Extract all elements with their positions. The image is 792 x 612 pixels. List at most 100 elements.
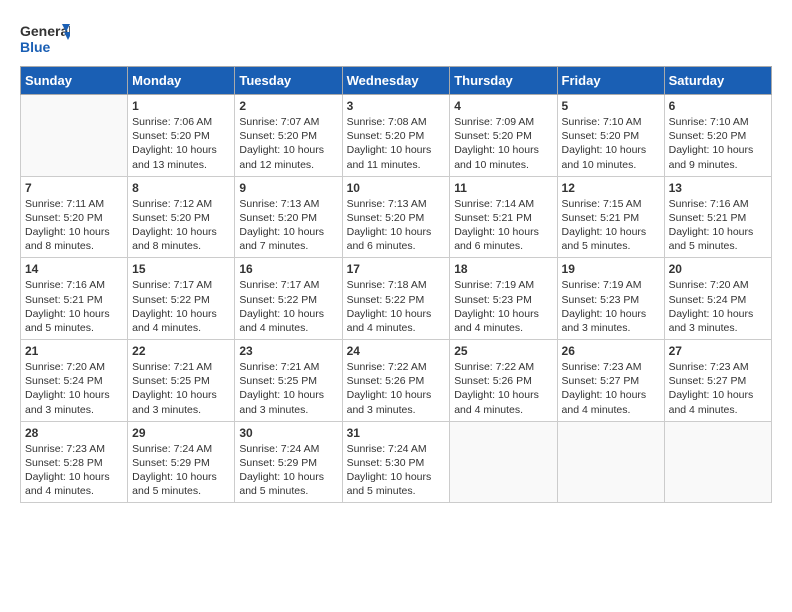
day-info: Sunrise: 7:21 AM Sunset: 5:25 PM Dayligh…	[132, 360, 230, 417]
day-number: 27	[669, 344, 767, 358]
day-number: 7	[25, 181, 123, 195]
logo: General Blue	[20, 20, 70, 56]
week-row-3: 21Sunrise: 7:20 AM Sunset: 5:24 PM Dayli…	[21, 340, 772, 422]
calendar-cell: 25Sunrise: 7:22 AM Sunset: 5:26 PM Dayli…	[450, 340, 557, 422]
calendar-cell: 30 Sunrise: 7:24 AM Sunset: 5:29 PM Dayli…	[235, 421, 342, 503]
week-row-4: 28 Sunrise: 7:23 AM Sunset: 5:28 PM Dayli…	[21, 421, 772, 503]
day-info: Sunrise: 7:24 AM Sunset: 5:29 PM Dayligh…	[132, 442, 230, 499]
calendar-header-row: SundayMondayTuesdayWednesdayThursdayFrid…	[21, 67, 772, 95]
column-header-saturday: Saturday	[664, 67, 771, 95]
svg-text:Blue: Blue	[20, 39, 51, 55]
column-header-wednesday: Wednesday	[342, 67, 450, 95]
calendar-cell: 26Sunrise: 7:23 AM Sunset: 5:27 PM Dayli…	[557, 340, 664, 422]
day-number: 6	[669, 99, 767, 113]
week-row-0: 1 Sunrise: 7:06 AM Sunset: 5:20 PM Daylig…	[21, 95, 772, 177]
column-header-tuesday: Tuesday	[235, 67, 342, 95]
column-header-sunday: Sunday	[21, 67, 128, 95]
day-number: 1	[132, 99, 230, 113]
day-info: Sunrise: 7:17 AM Sunset: 5:22 PM Dayligh…	[239, 278, 337, 335]
day-info: Sunrise: 7:08 AM Sunset: 5:20 PM Dayligh…	[347, 115, 446, 172]
calendar-cell: 27 Sunrise: 7:23 AM Sunset: 5:27 PM Dayli…	[664, 340, 771, 422]
day-number: 24	[347, 344, 446, 358]
day-info: Sunrise: 7:23 AM Sunset: 5:28 PM Dayligh…	[25, 442, 123, 499]
calendar-cell: 9Sunrise: 7:13 AM Sunset: 5:20 PM Daylig…	[235, 176, 342, 258]
day-info: Sunrise: 7:18 AM Sunset: 5:22 PM Dayligh…	[347, 278, 446, 335]
calendar-cell: 23Sunrise: 7:21 AM Sunset: 5:25 PM Dayli…	[235, 340, 342, 422]
calendar-cell: 6 Sunrise: 7:10 AM Sunset: 5:20 PM Daylig…	[664, 95, 771, 177]
day-info: Sunrise: 7:21 AM Sunset: 5:25 PM Dayligh…	[239, 360, 337, 417]
day-number: 16	[239, 262, 337, 276]
calendar-cell: 24 Sunrise: 7:22 AM Sunset: 5:26 PM Dayli…	[342, 340, 450, 422]
day-info: Sunrise: 7:07 AM Sunset: 5:20 PM Dayligh…	[239, 115, 337, 172]
column-header-friday: Friday	[557, 67, 664, 95]
calendar-cell: 17 Sunrise: 7:18 AM Sunset: 5:22 PM Dayli…	[342, 258, 450, 340]
calendar-cell	[664, 421, 771, 503]
day-number: 22	[132, 344, 230, 358]
day-info: Sunrise: 7:06 AM Sunset: 5:20 PM Dayligh…	[132, 115, 230, 172]
day-number: 29	[132, 426, 230, 440]
day-number: 21	[25, 344, 123, 358]
day-number: 13	[669, 181, 767, 195]
day-info: Sunrise: 7:15 AM Sunset: 5:21 PM Dayligh…	[562, 197, 660, 254]
calendar-cell: 21Sunrise: 7:20 AM Sunset: 5:24 PM Dayli…	[21, 340, 128, 422]
day-info: Sunrise: 7:22 AM Sunset: 5:26 PM Dayligh…	[347, 360, 446, 417]
calendar-cell: 1 Sunrise: 7:06 AM Sunset: 5:20 PM Daylig…	[128, 95, 235, 177]
day-number: 11	[454, 181, 552, 195]
calendar-cell: 18 Sunrise: 7:19 AM Sunset: 5:23 PM Dayli…	[450, 258, 557, 340]
day-number: 18	[454, 262, 552, 276]
day-number: 25	[454, 344, 552, 358]
day-info: Sunrise: 7:12 AM Sunset: 5:20 PM Dayligh…	[132, 197, 230, 254]
day-info: Sunrise: 7:09 AM Sunset: 5:20 PM Dayligh…	[454, 115, 552, 172]
calendar-cell	[557, 421, 664, 503]
calendar-cell: 19 Sunrise: 7:19 AM Sunset: 5:23 PM Dayli…	[557, 258, 664, 340]
calendar-cell: 16 Sunrise: 7:17 AM Sunset: 5:22 PM Dayli…	[235, 258, 342, 340]
day-number: 15	[132, 262, 230, 276]
calendar-cell: 22 Sunrise: 7:21 AM Sunset: 5:25 PM Dayli…	[128, 340, 235, 422]
calendar-cell: 12 Sunrise: 7:15 AM Sunset: 5:21 PM Dayli…	[557, 176, 664, 258]
day-info: Sunrise: 7:10 AM Sunset: 5:20 PM Dayligh…	[562, 115, 660, 172]
day-info: Sunrise: 7:16 AM Sunset: 5:21 PM Dayligh…	[669, 197, 767, 254]
calendar-table: SundayMondayTuesdayWednesdayThursdayFrid…	[20, 66, 772, 503]
day-number: 3	[347, 99, 446, 113]
day-info: Sunrise: 7:24 AM Sunset: 5:29 PM Dayligh…	[239, 442, 337, 499]
day-info: Sunrise: 7:19 AM Sunset: 5:23 PM Dayligh…	[454, 278, 552, 335]
day-info: Sunrise: 7:20 AM Sunset: 5:24 PM Dayligh…	[669, 278, 767, 335]
calendar-cell: 3 Sunrise: 7:08 AM Sunset: 5:20 PM Daylig…	[342, 95, 450, 177]
day-number: 28	[25, 426, 123, 440]
day-info: Sunrise: 7:23 AM Sunset: 5:27 PM Dayligh…	[669, 360, 767, 417]
day-number: 30	[239, 426, 337, 440]
week-row-1: 7Sunrise: 7:11 AM Sunset: 5:20 PM Daylig…	[21, 176, 772, 258]
day-number: 17	[347, 262, 446, 276]
calendar-cell: 11Sunrise: 7:14 AM Sunset: 5:21 PM Dayli…	[450, 176, 557, 258]
day-number: 9	[239, 181, 337, 195]
day-number: 31	[347, 426, 446, 440]
day-number: 20	[669, 262, 767, 276]
calendar-cell: 5Sunrise: 7:10 AM Sunset: 5:20 PM Daylig…	[557, 95, 664, 177]
column-header-monday: Monday	[128, 67, 235, 95]
day-number: 4	[454, 99, 552, 113]
day-info: Sunrise: 7:19 AM Sunset: 5:23 PM Dayligh…	[562, 278, 660, 335]
day-number: 14	[25, 262, 123, 276]
calendar-cell: 31 Sunrise: 7:24 AM Sunset: 5:30 PM Dayli…	[342, 421, 450, 503]
day-info: Sunrise: 7:10 AM Sunset: 5:20 PM Dayligh…	[669, 115, 767, 172]
day-info: Sunrise: 7:13 AM Sunset: 5:20 PM Dayligh…	[347, 197, 446, 254]
day-number: 2	[239, 99, 337, 113]
day-number: 19	[562, 262, 660, 276]
calendar-cell: 4 Sunrise: 7:09 AM Sunset: 5:20 PM Daylig…	[450, 95, 557, 177]
day-number: 12	[562, 181, 660, 195]
calendar-cell: 8Sunrise: 7:12 AM Sunset: 5:20 PM Daylig…	[128, 176, 235, 258]
day-info: Sunrise: 7:16 AM Sunset: 5:21 PM Dayligh…	[25, 278, 123, 335]
calendar-cell: 2 Sunrise: 7:07 AM Sunset: 5:20 PM Daylig…	[235, 95, 342, 177]
calendar-cell: 7Sunrise: 7:11 AM Sunset: 5:20 PM Daylig…	[21, 176, 128, 258]
calendar-cell: 13 Sunrise: 7:16 AM Sunset: 5:21 PM Dayli…	[664, 176, 771, 258]
logo-icon: General Blue	[20, 20, 70, 56]
calendar-cell: 29 Sunrise: 7:24 AM Sunset: 5:29 PM Dayli…	[128, 421, 235, 503]
page-header: General Blue	[20, 20, 772, 56]
calendar-cell: 15 Sunrise: 7:17 AM Sunset: 5:22 PM Dayli…	[128, 258, 235, 340]
column-header-thursday: Thursday	[450, 67, 557, 95]
day-info: Sunrise: 7:24 AM Sunset: 5:30 PM Dayligh…	[347, 442, 446, 499]
calendar-cell: 28 Sunrise: 7:23 AM Sunset: 5:28 PM Dayli…	[21, 421, 128, 503]
day-info: Sunrise: 7:17 AM Sunset: 5:22 PM Dayligh…	[132, 278, 230, 335]
svg-text:General: General	[20, 23, 70, 39]
calendar-cell: 20 Sunrise: 7:20 AM Sunset: 5:24 PM Dayli…	[664, 258, 771, 340]
